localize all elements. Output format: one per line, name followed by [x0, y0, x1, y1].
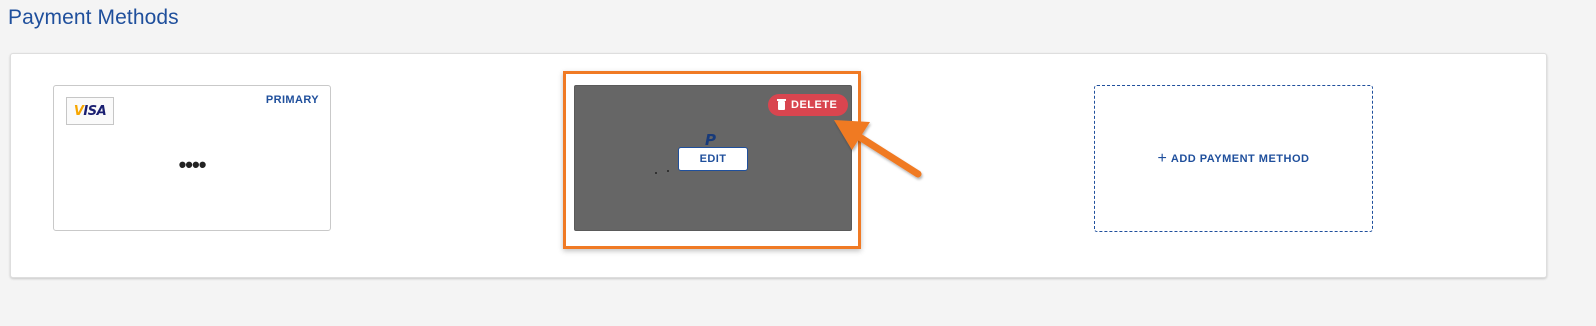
payment-methods-page: Payment Methods V ISA PRIMARY •••• P DELE…	[0, 0, 1596, 326]
edit-button[interactable]: EDIT	[678, 147, 748, 171]
visa-logo-text: ISA	[83, 103, 107, 119]
add-payment-method-label: ADD PAYMENT METHOD	[1170, 152, 1310, 165]
primary-badge: PRIMARY	[265, 94, 319, 106]
add-payment-method-button[interactable]: + ADD PAYMENT METHOD	[1094, 85, 1373, 232]
visa-logo-accent: V	[73, 103, 84, 119]
paypal-card[interactable]: P DELETE EDIT	[574, 85, 852, 231]
annotation-arrow-icon	[834, 120, 922, 178]
page-title: Payment Methods	[8, 6, 179, 29]
visa-logo-icon: V ISA	[66, 97, 114, 125]
paypal-logo-dot	[667, 170, 669, 172]
visa-card[interactable]: V ISA PRIMARY ••••	[53, 85, 331, 231]
paypal-logo-dot	[655, 172, 657, 174]
plus-icon: +	[1157, 149, 1167, 167]
trash-icon	[777, 99, 786, 110]
masked-card-number: ••••	[178, 152, 207, 177]
